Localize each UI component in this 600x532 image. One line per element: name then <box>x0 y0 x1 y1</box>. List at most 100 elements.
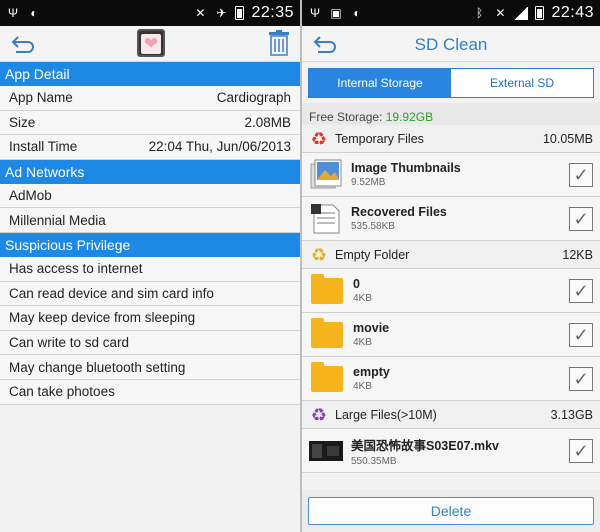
battery-icon <box>235 6 245 20</box>
category-size: 12KB <box>562 247 593 262</box>
section-app-detail: App Detail App Name Cardiograph Size 2.0… <box>0 62 300 160</box>
item-name: movie <box>353 321 390 335</box>
item-checkbox[interactable]: ✓ <box>569 278 593 303</box>
row-label: Size <box>9 114 36 130</box>
item-checkbox[interactable]: ✓ <box>569 206 593 231</box>
item-size: 4KB <box>353 337 372 348</box>
item-name: Image Thumbnails <box>351 161 461 175</box>
category-name: Temporary Files <box>335 131 424 146</box>
detail-row-install-time: Install Time 22:04 Thu, Jun/06/2013 <box>0 135 300 160</box>
bluetooth-icon: ᛒ <box>475 6 484 20</box>
list-item[interactable]: Millennial Media <box>0 208 300 233</box>
mute-icon: ✕ <box>495 6 506 20</box>
action-bar: SD Clean <box>302 26 600 62</box>
item-name: Recovered Files <box>351 205 447 219</box>
app-detail-screen: Ψ ◐ ✕ ✈ 22:35 ❤ App Detail App Name Card… <box>0 0 300 532</box>
status-time: 22:43 <box>551 4 594 21</box>
list-item[interactable]: Can take photoes <box>0 379 300 405</box>
tab-external-sd[interactable]: External SD <box>451 69 593 97</box>
folder-icon <box>311 273 343 304</box>
item-name: 0 <box>353 277 360 291</box>
row-label: Install Time <box>9 139 78 155</box>
row-label: May change bluetooth setting <box>9 359 186 375</box>
status-time: 22:35 <box>251 4 294 21</box>
video-thumbnail-icon <box>309 440 343 461</box>
item-checkbox[interactable]: ✓ <box>569 438 593 463</box>
list-item[interactable]: Recovered Files 535.58KB ✓ <box>302 197 600 241</box>
trash-icon[interactable] <box>268 30 290 56</box>
tab-internal-storage[interactable]: Internal Storage <box>309 69 451 97</box>
app-notification-icon: ◐ <box>353 6 361 20</box>
category-size: 10.05MB <box>542 131 593 146</box>
action-bar <box>0 26 300 62</box>
item-size: 4KB <box>353 381 372 392</box>
list-item[interactable]: AdMob <box>0 183 300 209</box>
item-size: 9.52MB <box>351 177 386 188</box>
list-item[interactable]: May change bluetooth setting <box>0 355 300 380</box>
recovered-files-icon <box>311 203 340 233</box>
delete-button[interactable]: Delete <box>308 497 594 525</box>
row-label: Millennial Media <box>9 212 106 228</box>
image-thumbnails-icon <box>310 159 342 188</box>
mute-icon: ✕ <box>195 6 206 20</box>
detail-row-size: Size 2.08MB <box>0 110 300 136</box>
row-value: Cardiograph <box>216 90 291 106</box>
usb-icon: Ψ <box>309 6 321 20</box>
row-value: 2.08MB <box>244 114 291 130</box>
list-item[interactable]: empty 4KB ✓ <box>302 357 600 401</box>
battery-icon <box>535 6 545 20</box>
row-label: Can write to sd card <box>9 335 130 351</box>
app-icon <box>137 29 165 57</box>
sd-clean-screen: Ψ ▣ ◐ ᛒ ✕ 22:43 SD Clean Internal Storag… <box>302 0 600 532</box>
signal-icon <box>514 6 529 20</box>
section-header: App Detail <box>0 62 300 86</box>
status-bar: Ψ ▣ ◐ ᛒ ✕ 22:43 <box>302 0 600 26</box>
item-size: 535.58KB <box>351 221 395 232</box>
list-item[interactable]: Image Thumbnails 9.52MB ✓ <box>302 153 600 197</box>
section-suspicious-privilege: Suspicious Privilege Has access to inter… <box>0 232 300 405</box>
recycle-icon: ♻ <box>310 128 328 149</box>
category-size: 3.13GB <box>550 407 593 422</box>
category-large-files[interactable]: ♻ Large Files(>10M) 3.13GB <box>302 401 600 429</box>
row-label: Has access to internet <box>9 261 143 277</box>
section-header: Ad Networks <box>0 159 300 184</box>
storage-tabs: Internal Storage External SD <box>308 68 594 98</box>
recycle-icon: ♻ <box>310 244 328 265</box>
row-label: App Name <box>9 90 73 106</box>
sd-card-icon: ▣ <box>330 6 342 20</box>
row-value: 22:04 Thu, Jun/06/2013 <box>148 139 291 155</box>
row-label: Can read device and sim card info <box>9 285 214 301</box>
item-checkbox[interactable]: ✓ <box>569 366 593 391</box>
item-name: 美国恐怖故事S03E07.mkv <box>351 438 499 453</box>
category-name: Large Files(>10M) <box>335 407 437 422</box>
detail-row-app-name: App Name Cardiograph <box>0 86 300 111</box>
bottom-bar: Delete <box>302 490 600 532</box>
item-checkbox[interactable]: ✓ <box>569 162 593 187</box>
row-label: AdMob <box>9 188 52 204</box>
item-size: 4KB <box>353 293 372 304</box>
free-storage-label: Free Storage: <box>309 110 386 124</box>
page-title: SD Clean <box>414 35 488 54</box>
folder-icon <box>311 361 343 392</box>
list-item[interactable]: Has access to internet <box>0 256 300 282</box>
free-storage: Free Storage: 19.92GB <box>302 103 600 125</box>
section-header: Suspicious Privilege <box>0 232 300 257</box>
app-notification-icon: ◐ <box>30 6 38 20</box>
recycle-icon: ♻ <box>310 404 328 425</box>
list-item[interactable]: May keep device from sleeping <box>0 306 300 331</box>
list-item[interactable]: 0 4KB ✓ <box>302 269 600 313</box>
list-item[interactable]: 美国恐怖故事S03E07.mkv 550.35MB ✓ <box>302 429 600 473</box>
status-bar: Ψ ◐ ✕ ✈ 22:35 <box>0 0 300 26</box>
item-checkbox[interactable]: ✓ <box>569 322 593 347</box>
item-name: empty <box>353 365 390 379</box>
list-item[interactable]: movie 4KB ✓ <box>302 313 600 357</box>
section-ad-networks: Ad Networks AdMob Millennial Media <box>0 159 300 233</box>
category-empty-folder[interactable]: ♻ Empty Folder 12KB <box>302 241 600 269</box>
list-item[interactable]: Can write to sd card <box>0 330 300 356</box>
category-temporary-files[interactable]: ♻ Temporary Files 10.05MB <box>302 125 600 153</box>
list-item[interactable]: Can read device and sim card info <box>0 281 300 307</box>
row-label: May keep device from sleeping <box>9 310 196 326</box>
item-size: 550.35MB <box>351 455 397 467</box>
airplane-icon: ✈ <box>216 6 227 20</box>
back-icon[interactable] <box>10 34 36 54</box>
